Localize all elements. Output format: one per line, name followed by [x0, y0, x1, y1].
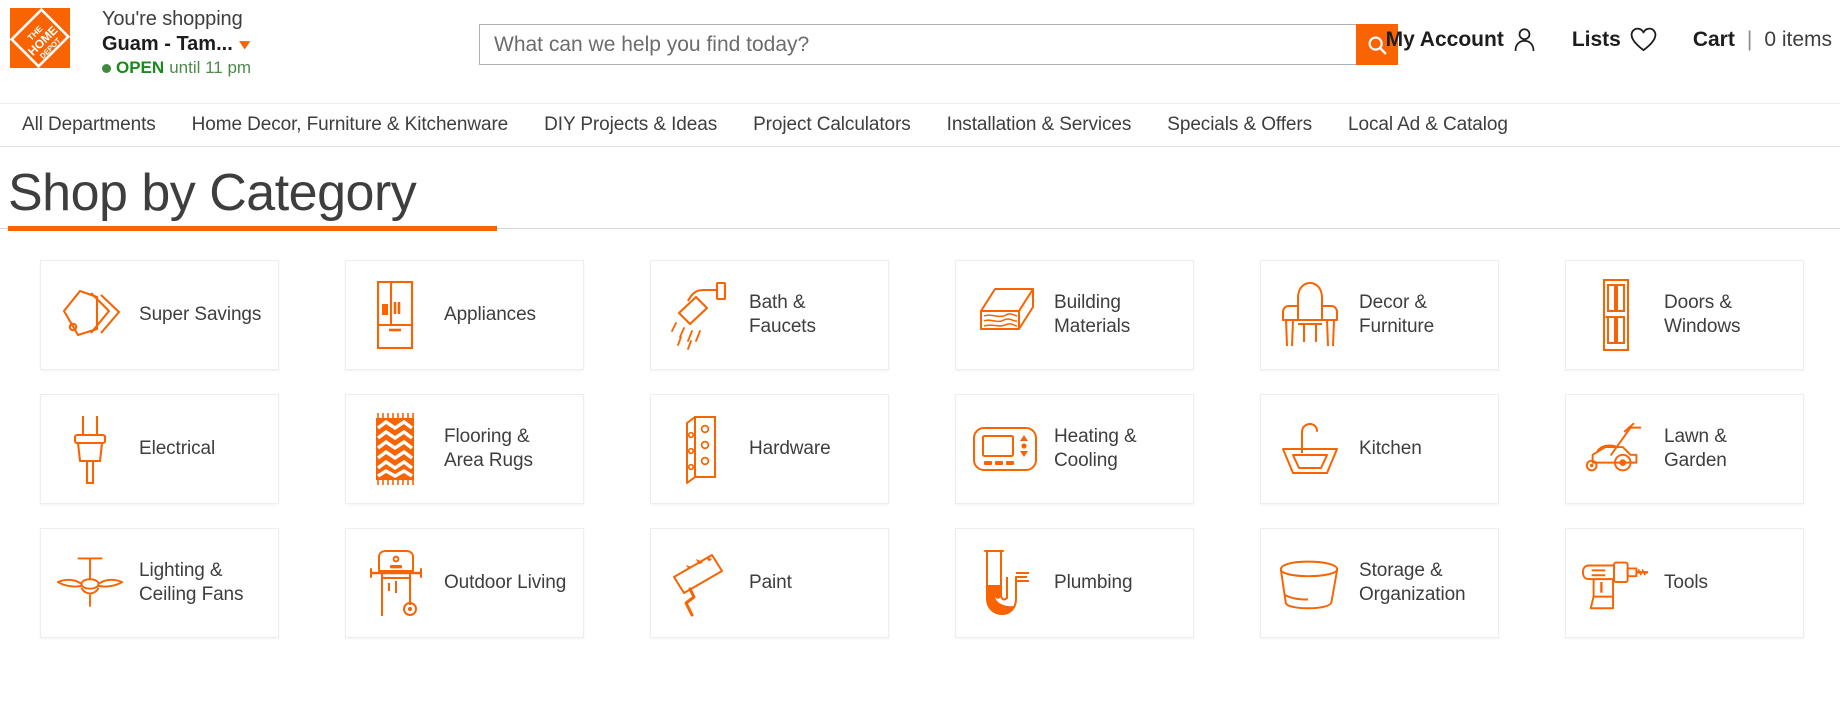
- shopping-label: You're shopping: [102, 8, 243, 30]
- site-header: THE HOME DEPOT You're shopping Guam - Ta…: [0, 0, 1840, 103]
- chevron-down-icon: ▾: [239, 35, 250, 53]
- category-tile-kitchen[interactable]: Kitchen: [1260, 394, 1499, 505]
- title-underline: [0, 226, 1840, 232]
- main-navigation: All Departments Home Decor, Furniture & …: [0, 103, 1840, 147]
- refrigerator-icon: [360, 276, 430, 354]
- armchair-icon: [1275, 276, 1345, 354]
- hinge-icon: [665, 410, 735, 488]
- storage-bin-icon: [1275, 544, 1345, 622]
- my-account-label: My Account: [1385, 27, 1504, 51]
- plug-icon: [55, 410, 125, 488]
- search-bar: [479, 24, 1398, 65]
- category-label: Appliances: [444, 303, 536, 325]
- category-tile-hardware[interactable]: Hardware: [650, 394, 889, 505]
- cart-label: Cart: [1692, 27, 1735, 51]
- page-title: Shop by Category: [8, 164, 417, 222]
- category-label: Flooring & Area Rugs: [444, 425, 533, 472]
- my-account-button[interactable]: My Account: [1386, 27, 1536, 52]
- area-rug-icon: [360, 410, 430, 488]
- category-tile-outdoor-living[interactable]: Outdoor Living: [345, 528, 584, 639]
- power-drill-icon: [1580, 544, 1650, 622]
- category-tile-paint[interactable]: Paint: [650, 528, 889, 639]
- category-tile-lighting-ceiling-fans[interactable]: Lighting & Ceiling Fans: [40, 528, 279, 639]
- price-tags-icon: [55, 276, 125, 354]
- category-tile-electrical[interactable]: Electrical: [40, 394, 279, 505]
- category-label: Plumbing: [1054, 571, 1133, 593]
- cart-button[interactable]: Cart | 0 items: [1693, 28, 1832, 52]
- cart-separator: |: [1746, 27, 1753, 51]
- category-tile-flooring-area-rugs[interactable]: Flooring & Area Rugs: [345, 394, 584, 505]
- category-tile-super-savings[interactable]: Super Savings: [40, 260, 279, 371]
- nav-item-installation-services[interactable]: Installation & Services: [929, 114, 1150, 136]
- category-tile-plumbing[interactable]: Plumbing: [955, 528, 1194, 639]
- cart-item-count: 0 items: [1764, 27, 1832, 51]
- category-label: Lighting & Ceiling Fans: [139, 559, 244, 606]
- category-tile-bath-faucets[interactable]: Bath & Faucets: [650, 260, 889, 371]
- home-depot-logo[interactable]: THE HOME DEPOT: [10, 8, 82, 80]
- nav-item-local-ad-catalog[interactable]: Local Ad & Catalog: [1330, 114, 1526, 136]
- category-tile-storage-organization[interactable]: Storage & Organization: [1260, 528, 1499, 639]
- category-tile-heating-cooling[interactable]: Heating & Cooling: [955, 394, 1194, 505]
- category-tile-lawn-garden[interactable]: Lawn & Garden: [1565, 394, 1804, 505]
- search-input[interactable]: [479, 24, 1356, 65]
- ceiling-fan-icon: [55, 544, 125, 622]
- store-selector[interactable]: You're shopping Guam - Tam... ▾ OPEN unt…: [102, 8, 251, 78]
- grill-icon: [360, 544, 430, 622]
- heart-icon: [1630, 27, 1657, 51]
- category-label: Super Savings: [139, 303, 262, 325]
- lists-button[interactable]: Lists: [1572, 27, 1657, 52]
- nav-item-project-calculators[interactable]: Project Calculators: [735, 114, 929, 136]
- category-label: Bath & Faucets: [749, 291, 816, 338]
- store-name: Guam - Tam...: [102, 32, 233, 55]
- paint-roller-icon: [665, 544, 735, 622]
- thermostat-icon: [970, 410, 1040, 488]
- store-hours-text: until 11 pm: [169, 58, 252, 78]
- sink-icon: [1275, 410, 1345, 488]
- store-name-row[interactable]: Guam - Tam... ▾: [102, 33, 251, 57]
- lists-label: Lists: [1571, 27, 1621, 51]
- category-label: Kitchen: [1359, 437, 1422, 459]
- category-label: Doors & Windows: [1664, 291, 1741, 338]
- store-status: OPEN: [116, 58, 165, 78]
- category-tile-building-materials[interactable]: Building Materials: [955, 260, 1194, 371]
- lumber-icon: [970, 276, 1040, 354]
- nav-item-specials-offers[interactable]: Specials & Offers: [1149, 114, 1330, 136]
- category-grid: Super Savings Appliances Bath & Faucets …: [0, 232, 1840, 639]
- category-label: Lawn & Garden: [1664, 425, 1727, 472]
- store-hours: OPEN until 11 pm: [102, 58, 251, 78]
- category-label: Electrical: [139, 437, 216, 459]
- category-label: Paint: [749, 571, 792, 593]
- header-actions: My Account Lists Cart | 0 items: [1386, 27, 1832, 52]
- accent-underline: [8, 226, 497, 232]
- category-label: Tools: [1664, 571, 1708, 593]
- category-tile-appliances[interactable]: Appliances: [345, 260, 584, 371]
- home-depot-logo-icon: THE HOME DEPOT: [10, 8, 70, 68]
- category-tile-decor-furniture[interactable]: Decor & Furniture: [1260, 260, 1499, 371]
- category-label: Storage & Organization: [1359, 559, 1466, 606]
- category-label: Heating & Cooling: [1054, 425, 1137, 472]
- nav-item-diy-projects[interactable]: DIY Projects & Ideas: [526, 114, 735, 136]
- lawn-mower-icon: [1580, 410, 1650, 488]
- category-label: Decor & Furniture: [1359, 291, 1435, 338]
- category-label: Outdoor Living: [444, 571, 567, 593]
- door-icon: [1580, 276, 1650, 354]
- category-tile-tools[interactable]: Tools: [1565, 528, 1804, 639]
- nav-item-home-decor[interactable]: Home Decor, Furniture & Kitchenware: [174, 114, 526, 136]
- section-header: Shop by Category: [0, 147, 1840, 232]
- category-label: Building Materials: [1054, 291, 1131, 338]
- category-tile-doors-windows[interactable]: Doors & Windows: [1565, 260, 1804, 371]
- category-label: Hardware: [749, 437, 831, 459]
- showerhead-icon: [665, 276, 735, 354]
- nav-item-all-departments[interactable]: All Departments: [4, 114, 174, 136]
- p-trap-pipe-icon: [970, 544, 1040, 622]
- status-dot-icon: [102, 63, 111, 73]
- person-icon: [1514, 28, 1535, 52]
